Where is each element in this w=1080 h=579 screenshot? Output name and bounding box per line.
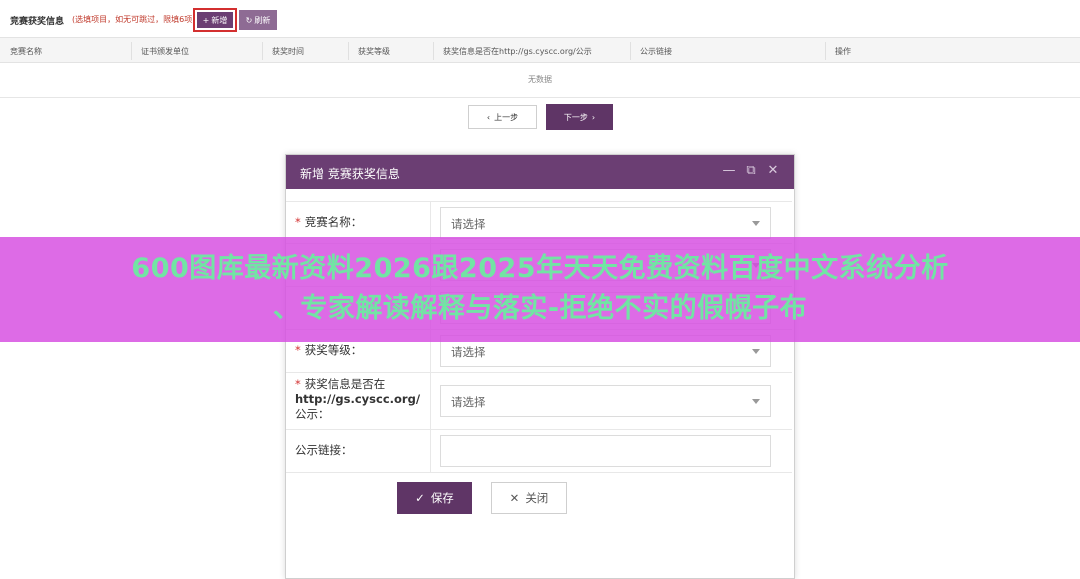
panel-hint: (选填项目，如无可跳过，限填6项) (72, 15, 196, 24)
maximize-icon[interactable]: ⧉ (743, 163, 759, 179)
minimize-icon[interactable]: — (721, 163, 737, 179)
table-header: 竞赛名称 证书颁发单位 获奖时间 获奖等级 获奖信息是否在http://gs.c… (0, 37, 1080, 63)
publicity-label-line3: 公示： (295, 407, 330, 421)
competition-name-select[interactable]: 请选择 (440, 207, 771, 239)
publicity-label-line1: 获奖信息是否在 (304, 377, 386, 391)
close-icon[interactable]: ✕ (765, 163, 781, 179)
publicity-label-line2: http://gs.cyscc.org/ (295, 392, 421, 406)
toolbar: 竞赛获奖信息 (选填项目，如无可跳过，限填6项) + 新增 ↻ 刷新 (0, 8, 1080, 32)
close-button[interactable]: ✕ 关闭 (491, 482, 567, 514)
refresh-button[interactable]: ↻ 刷新 (239, 10, 277, 30)
required-mark: * (295, 377, 301, 391)
close-button-label: 关闭 (525, 491, 549, 505)
prev-step-button[interactable]: ‹ 上一步 (468, 105, 537, 129)
next-step-label: 下一步 (563, 112, 588, 122)
column-header-award-time[interactable]: 获奖时间 (272, 46, 304, 57)
column-divider (825, 42, 826, 60)
modal-title: 新增 竞赛获奖信息 (300, 167, 400, 181)
caret-down-icon (752, 221, 760, 226)
form-row-link: 公示链接： (286, 430, 792, 473)
banner-line-1: 600图库最新资料2026跟2025年天天免费资料百度中文系统分析 (131, 253, 949, 284)
column-header-issuer[interactable]: 证书颁发单位 (141, 46, 189, 57)
column-header-publicity[interactable]: 获奖信息是否在http://gs.cyscc.org/公示 (443, 46, 592, 57)
link-label: 公示链接： (295, 443, 353, 457)
caret-down-icon (752, 349, 760, 354)
modal-header: 新增 竞赛获奖信息 — ⧉ ✕ (286, 155, 794, 189)
awards-table-panel: 竞赛获奖信息 (选填项目，如无可跳过，限填6项) + 新增 ↻ 刷新 竞赛名称 … (0, 0, 1080, 98)
form-label-cell: 公示链接： (286, 430, 431, 472)
chevron-left-icon: ‹ (486, 112, 491, 122)
close-x-icon: ✕ (509, 491, 520, 505)
competition-name-label: 竞赛名称： (304, 215, 363, 229)
check-icon: ✓ (415, 491, 425, 505)
empty-row: 无数据 (0, 63, 1080, 97)
panel-title: 竞赛获奖信息 (10, 17, 65, 27)
refresh-button-label: 刷新 (254, 15, 271, 25)
banner-text: 600图库最新资料2026跟2025年天天免费资料百度中文系统分析 、专家解读解… (0, 249, 1080, 329)
refresh-icon: ↻ (245, 15, 253, 25)
column-header-link[interactable]: 公示链接 (640, 46, 672, 57)
column-divider (348, 42, 349, 60)
column-header-award-level[interactable]: 获奖等级 (358, 46, 390, 57)
publicity-link-input[interactable] (440, 435, 771, 467)
add-award-modal: 新增 竞赛获奖信息 — ⧉ ✕ * 竞赛名称： 请选择 * 获奖等级： 请选择 … (285, 154, 795, 579)
empty-text: 无数据 (528, 75, 552, 84)
column-divider (630, 42, 631, 60)
required-mark: * (295, 215, 301, 229)
column-divider (131, 42, 132, 60)
form-label-cell: * 获奖信息是否在 http://gs.cyscc.org/ 公示： (286, 373, 431, 429)
save-button[interactable]: ✓ 保存 (397, 482, 472, 514)
form-row-publicity: * 获奖信息是否在 http://gs.cyscc.org/ 公示： 请选择 (286, 373, 792, 430)
save-button-label: 保存 (430, 491, 454, 505)
add-button[interactable]: + 新增 (197, 12, 233, 28)
add-button-highlight: + 新增 (193, 8, 237, 32)
column-divider (262, 42, 263, 60)
next-step-button[interactable]: 下一步 › (546, 104, 613, 130)
award-level-value: 请选择 (451, 345, 486, 359)
caret-down-icon (752, 399, 760, 404)
prev-step-label: 上一步 (494, 112, 519, 122)
banner-line-2: 、专家解读解释与落实-拒绝不实的假幌子布 (272, 293, 808, 324)
required-mark: * (295, 343, 301, 357)
overlay-banner: 600图库最新资料2026跟2025年天天免费资料百度中文系统分析 、专家解读解… (0, 237, 1080, 342)
chevron-right-icon: › (591, 112, 596, 122)
add-button-label: 新增 (211, 15, 228, 25)
award-level-label: 获奖等级： (304, 343, 363, 357)
column-divider (433, 42, 434, 60)
column-header-competition[interactable]: 竞赛名称 (10, 46, 42, 57)
publicity-value: 请选择 (451, 395, 486, 409)
plus-icon: + (202, 15, 210, 25)
publicity-select[interactable]: 请选择 (440, 385, 771, 417)
competition-name-value: 请选择 (451, 217, 486, 231)
column-header-actions[interactable]: 操作 (835, 46, 851, 57)
